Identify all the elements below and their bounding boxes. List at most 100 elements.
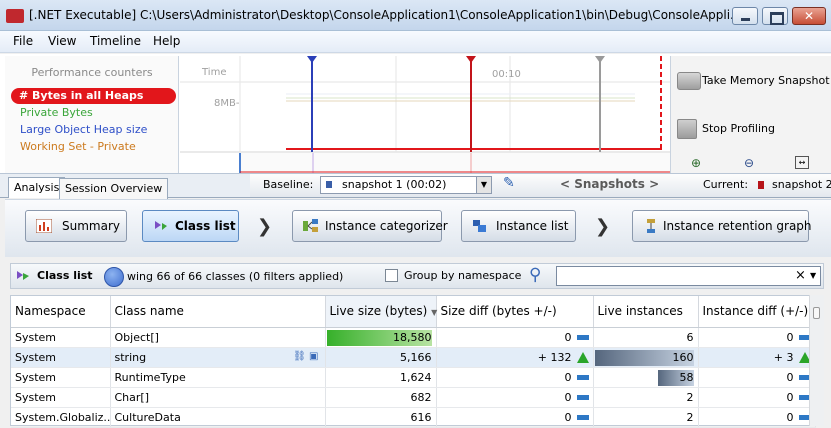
instance-categorizer-icon xyxy=(303,219,318,232)
cell-live-size: 682 xyxy=(325,387,437,408)
instance-list-icon xyxy=(473,220,486,232)
counter-private-bytes[interactable]: Private Bytes xyxy=(20,106,93,119)
counter-large-object-heap[interactable]: Large Object Heap size xyxy=(20,123,147,136)
tab-session-overview[interactable]: Session Overview xyxy=(59,178,169,199)
cell-namespace-text: System xyxy=(15,330,57,344)
cell-class-name[interactable]: Char[] xyxy=(110,387,326,408)
zoom-in-icon[interactable]: ⊕ xyxy=(691,156,701,170)
current-value[interactable]: snapshot 2 xyxy=(772,178,831,191)
table-row[interactable]: System Char[] 682 0 2 0 xyxy=(11,387,816,408)
timeline-graph[interactable]: Time 00:10 8MB- xyxy=(180,56,670,173)
cell-namespace-text: System xyxy=(15,390,57,404)
time-axis-label: Time xyxy=(202,67,227,78)
cell-size-diff: 0 xyxy=(436,387,594,408)
menu-help[interactable]: Help xyxy=(153,34,180,48)
cell-live-size-text: 18,580 xyxy=(393,330,432,344)
column-header-live-size[interactable]: Live size (bytes) ▼ xyxy=(325,296,437,328)
summary-icon xyxy=(36,219,52,233)
column-header-namespace[interactable]: Namespace xyxy=(11,296,111,328)
take-memory-snapshot-button[interactable]: Take Memory Snapshot xyxy=(677,70,831,94)
instance-retention-graph-label: Instance retention graph xyxy=(663,219,812,233)
window-title: [.NET Executable] C:\Users\Administrator… xyxy=(29,8,742,22)
clear-filter-icon[interactable]: × xyxy=(795,268,806,283)
cell-namespace: System xyxy=(11,347,111,368)
vertical-scrollbar[interactable] xyxy=(809,295,824,426)
cell-live-size-text: 616 xyxy=(410,410,432,424)
cell-class-name[interactable]: Object[] xyxy=(110,327,326,348)
instance-retention-graph-button[interactable]: Instance retention graph xyxy=(632,210,812,242)
cell-instance-diff: 0 xyxy=(698,407,816,428)
instance-categorizer-button[interactable]: Instance categorizer xyxy=(292,210,448,242)
snapshots-navigator[interactable]: < Snapshots > xyxy=(560,177,659,191)
minimize-button[interactable] xyxy=(732,7,758,25)
class-list-small-icon xyxy=(16,270,30,282)
cell-live-instances-text: 2 xyxy=(686,410,694,424)
cell-size-diff-text: 0 xyxy=(564,410,572,424)
class-list-icon xyxy=(155,221,167,230)
cell-class-name[interactable]: RuntimeType xyxy=(110,367,326,388)
baseline-dropdown[interactable]: snapshot 1 (00:02) ▼ xyxy=(320,176,492,194)
cell-instance-diff-text: 0 xyxy=(786,330,794,344)
zoom-out-icon[interactable]: ⊖ xyxy=(744,156,754,170)
cell-size-diff: 0 xyxy=(436,407,594,428)
baseline-value: snapshot 1 (00:02) xyxy=(342,178,447,191)
column-header-instance-diff[interactable]: Instance diff (+/-) xyxy=(698,296,816,328)
cell-namespace-text: System.Globaliz... xyxy=(15,410,110,424)
cell-size-diff-text: 0 xyxy=(564,390,572,404)
retention-graph-icon xyxy=(647,219,655,233)
cell-live-instances-text: 160 xyxy=(672,350,694,364)
increase-icon xyxy=(576,352,589,363)
cell-size-diff-text: 0 xyxy=(564,330,572,344)
maximize-button[interactable] xyxy=(762,7,788,25)
class-filter-input[interactable]: × ▼ xyxy=(556,266,821,286)
menu-bar: File View Timeline Help xyxy=(0,31,831,53)
stop-profiling-button[interactable]: Stop Profiling xyxy=(677,118,831,142)
menu-view[interactable]: View xyxy=(48,34,76,48)
cell-instance-diff-text: 0 xyxy=(786,410,794,424)
cell-instance-diff: 0 xyxy=(698,327,816,348)
column-header-size-diff[interactable]: Size diff (bytes +/-) xyxy=(436,296,594,328)
menu-timeline[interactable]: Timeline xyxy=(90,34,141,48)
class-list-button[interactable]: Class list xyxy=(142,210,239,242)
cell-live-instances: 58 xyxy=(593,367,699,388)
pencil-icon[interactable]: ✎ xyxy=(503,175,515,191)
tab-analysis[interactable]: Analysis xyxy=(8,177,66,198)
zoom-fit-icon[interactable]: ↔ xyxy=(795,156,809,169)
column-header-class-name[interactable]: Class name xyxy=(110,296,326,328)
menu-file[interactable]: File xyxy=(13,34,33,48)
live-size-header-label: Live size (bytes) xyxy=(329,304,428,319)
snapshot-panel: Take Memory Snapshot Stop Profiling ⊕ ⊖ … xyxy=(670,56,831,173)
cell-class-name[interactable]: CultureData xyxy=(110,407,326,428)
baseline-bar: Baseline: snapshot 1 (00:02) ▼ ✎ < Snaps… xyxy=(250,174,831,197)
camera-icon xyxy=(677,72,701,90)
cell-live-size-text: 5,166 xyxy=(400,350,432,364)
counter-working-set[interactable]: Working Set - Private xyxy=(20,140,136,153)
instance-list-button[interactable]: Instance list xyxy=(461,210,576,242)
cell-live-size-text: 1,624 xyxy=(400,370,432,384)
table-row[interactable]: System RuntimeType 1,624 0 58 0 xyxy=(11,367,816,388)
cell-size-diff: + 132 xyxy=(436,347,594,368)
close-button[interactable] xyxy=(792,7,826,25)
table-row[interactable]: System.Globaliz... CultureData 616 0 2 0 xyxy=(11,407,816,428)
scrollbar-thumb[interactable] xyxy=(813,307,820,319)
summary-label: Summary xyxy=(62,219,120,233)
cell-namespace: System xyxy=(11,327,111,348)
column-header-live-instances[interactable]: Live instances xyxy=(593,296,699,328)
chevron-right-icon: ❯ xyxy=(257,216,273,237)
group-by-namespace-checkbox[interactable] xyxy=(385,269,398,282)
chevron-down-icon[interactable]: ▼ xyxy=(476,177,491,193)
cell-namespace: System.Globaliz... xyxy=(11,407,111,428)
chevron-right-icon: ❯ xyxy=(595,216,611,237)
no-change-icon xyxy=(576,415,589,420)
loading-icon xyxy=(104,267,124,287)
baseline-label: Baseline: xyxy=(263,178,314,191)
table-row[interactable]: System Object[] 18,580 0 6 0 xyxy=(11,327,816,348)
chevron-down-icon[interactable]: ▼ xyxy=(810,271,816,280)
row-action-icons[interactable]: ⛓ ▣ xyxy=(293,351,318,362)
cell-live-instances: 2 xyxy=(593,407,699,428)
counter-bytes-in-all-heaps[interactable]: # Bytes in all Heaps xyxy=(11,88,176,104)
table-row[interactable]: System string ⛓ ▣ 5,166 + 132 160 + 3 xyxy=(11,347,816,368)
cell-class-name[interactable]: string ⛓ ▣ xyxy=(110,347,326,368)
cell-class-name-text: RuntimeType xyxy=(114,370,186,384)
summary-button[interactable]: Summary xyxy=(25,210,127,242)
